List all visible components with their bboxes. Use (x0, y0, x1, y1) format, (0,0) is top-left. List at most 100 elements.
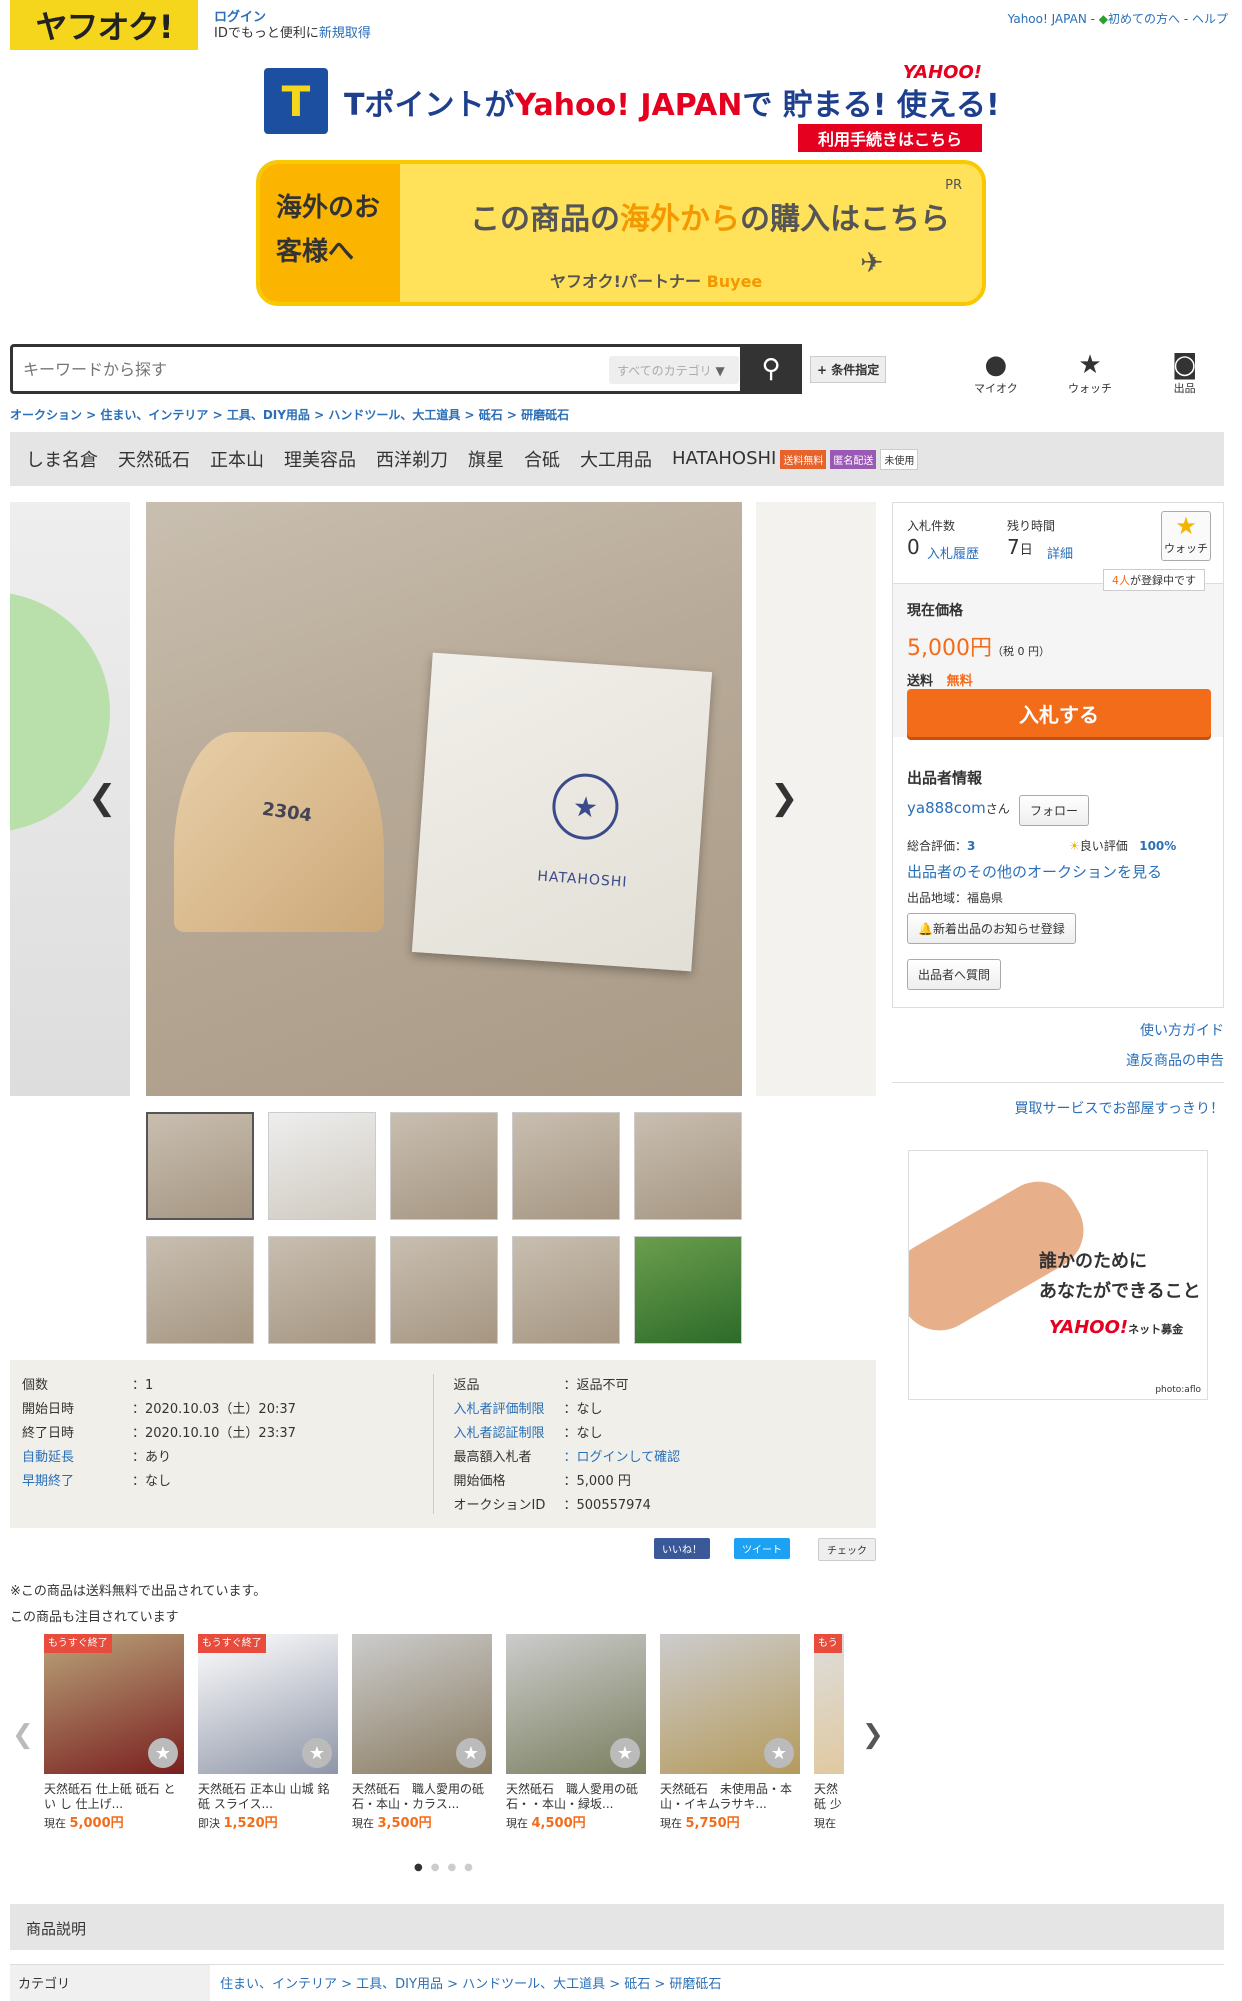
bid-panel: 入札件数 0 入札履歴 残り時間 7日 詳細 ★ ウォッチ 4人が登録中です 現在… (892, 502, 1224, 1008)
buyee-sub-text: ヤフオク!パートナー Buyee (550, 272, 763, 291)
category-link[interactable]: 住まい、インテリア > 工具、DIY用品 > ハンドツール、大工道具 > 砥石 … (220, 1973, 721, 1992)
star-icon: ★ (1078, 350, 1102, 380)
yahoo-logo: YAHOO! (902, 62, 982, 83)
beginner-icon: ◆ (1098, 12, 1108, 26)
category-select[interactable]: すべてのカテゴリ ▼ (609, 356, 739, 384)
rating-link[interactable]: 3 (967, 839, 975, 853)
shipping-label: 送料 (907, 674, 934, 689)
tag-item[interactable]: 正本山 (210, 446, 264, 472)
recommend-item[interactable]: ★ 天然砥石 未使用品・本山・イキムラサキ... 現在 5,750円 (660, 1634, 800, 1831)
facebook-like-button[interactable]: いいね！ (654, 1538, 710, 1559)
tag-item[interactable]: HATAHOSHI 送料無料 匿名配送 未使用 (672, 448, 919, 470)
bid-history-link[interactable]: 入札履歴 (927, 543, 979, 562)
thumbnail[interactable] (390, 1236, 498, 1344)
carousel-dots[interactable]: ●●●● (414, 1862, 481, 1873)
bid-button[interactable]: 入札する (907, 689, 1211, 737)
signup-link[interactable]: 新規取得 (319, 26, 371, 41)
auto-extend-link[interactable]: 自動延長 (22, 1446, 132, 1470)
tpoint-text: TポイントがYahoo! JAPANで 貯まる! 使える! (344, 88, 1000, 123)
main-product-image[interactable]: 2304 ★ HATAHOSHI (146, 502, 742, 1096)
seller-name[interactable]: ya888comさん (907, 799, 1010, 817)
prev-arrow-icon[interactable]: ❮ (88, 778, 117, 818)
seller-title: 出品者情報 (907, 769, 983, 787)
thumbnail[interactable] (146, 1112, 254, 1220)
bidder-rating-limit-link[interactable]: 入札者評価制限 (454, 1398, 564, 1422)
tpoint-signup-button[interactable]: 利用手続きはこちら (797, 124, 982, 152)
help-link[interactable]: ヘルプ (1192, 12, 1228, 26)
tag-item[interactable]: 西洋剃刀 (376, 446, 448, 472)
myauc-button[interactable]: ● マイオク (974, 350, 1018, 396)
rating-row: 総合評価：3 (907, 839, 976, 853)
buyee-left-text: 海外のお客様へ (260, 164, 400, 302)
recommend-title: この商品も注目されています (10, 1610, 179, 1625)
thumbnail[interactable] (268, 1236, 376, 1344)
recommend-item[interactable]: もうすぐ終了 ★ 天然砥石 正本山 山城 銘 砥 スライス... 即決 1,520円 (198, 1634, 338, 1831)
next-arrow-icon[interactable]: ❯ (770, 778, 799, 818)
description-header: 商品説明 (10, 1904, 1224, 1950)
buyee-banner[interactable]: 海外のお客様へ この商品の海外からの購入はこちら ヤフオク!パートナー Buye… (256, 160, 986, 306)
thumbnail[interactable] (634, 1112, 742, 1220)
tag-item[interactable]: 天然砥石 (118, 446, 190, 472)
bidder-auth-limit-link[interactable]: 入札者認証制限 (454, 1422, 564, 1446)
search-button[interactable]: ⚲ (740, 344, 802, 394)
charity-ad[interactable]: 誰かのために あなたができること YAHOO!ネット募金 photo:aflo (908, 1150, 1208, 1400)
sell-button[interactable]: ◙ 出品 (1172, 350, 1197, 396)
notify-button[interactable]: 🔔新着出品のお知らせ登録 (907, 913, 1076, 944)
guide-link[interactable]: 使い方ガイド (1140, 1020, 1224, 1040)
early-end-link[interactable]: 早期終了 (22, 1470, 132, 1494)
conditions-button[interactable]: + 条件指定 (810, 356, 887, 383)
login-link[interactable]: ログイン (214, 10, 371, 26)
thumbnail[interactable] (146, 1236, 254, 1344)
recommend-item[interactable]: ★ 天然砥石 職人愛用の砥石・・本山・緑坂... 現在 4,500円 (506, 1634, 646, 1831)
free-shipping-note: ※この商品は送料無料で出品されています。 (10, 1584, 267, 1599)
buyback-link[interactable]: 買取サービスでお部屋すっきり！ (1015, 1098, 1224, 1118)
login-area: ログイン IDでもっと便利に新規取得 (214, 10, 371, 42)
free-shipping-badge: 送料無料 (780, 450, 827, 469)
star-icon: ★ (1175, 512, 1197, 540)
tag-item[interactable]: しま名倉 (26, 446, 98, 472)
thumbnail[interactable] (512, 1112, 620, 1220)
tag-item[interactable]: 大工用品 (580, 446, 652, 472)
camera-icon: ◙ (1172, 350, 1198, 380)
tag-item[interactable]: 旗星 (468, 446, 504, 472)
report-link[interactable]: 違反商品の申告 (1126, 1050, 1224, 1070)
category-row: カテゴリ 住まい、インテリア > 工具、DIY用品 > ハンドツール、大工道具 … (10, 1964, 1224, 2001)
thumbnail[interactable] (390, 1112, 498, 1220)
login-confirm-link[interactable]: ：ログインして確認 (564, 1446, 681, 1470)
seller-other-auctions-link[interactable]: 出品者のその他のオークションを見る (907, 861, 1162, 882)
yahoo-japan-link[interactable]: Yahoo! JAPAN (1008, 12, 1087, 26)
check-button[interactable]: チェック (818, 1538, 876, 1561)
thumbnail[interactable] (512, 1236, 620, 1344)
thumbnail[interactable] (268, 1112, 376, 1220)
tweet-button[interactable]: ツイート (734, 1538, 790, 1559)
recommend-item[interactable]: もうすぐ終了 ★ 天然砥石 仕上砥 砥石 とい し 仕上げ... 現在 5,000円 (44, 1634, 184, 1831)
login-sub-text: IDでもっと便利に (214, 26, 319, 41)
search-input[interactable] (13, 347, 603, 391)
beginner-link[interactable]: 初めての方へ (1108, 12, 1180, 26)
tag-bar: しま名倉 天然砥石 正本山 理美容品 西洋剃刀 旗星 合砥 大工用品 HATAH… (10, 432, 1224, 486)
whetstone-box: ★ HATAHOSHI (411, 652, 713, 972)
follow-button[interactable]: フォロー (1019, 795, 1090, 826)
breadcrumb[interactable]: オークション > 住まい、インテリア > 工具、DIY用品 > ハンドツール、大… (10, 406, 569, 423)
current-price: 5,000円 (907, 636, 992, 661)
question-button[interactable]: 出品者へ質問 (907, 959, 1002, 990)
recommend-item[interactable]: ★ 天然砥石 職人愛用の砥石・本山・カラス... 現在 3,500円 (352, 1634, 492, 1831)
tag-item[interactable]: 理美容品 (284, 446, 356, 472)
carousel-next-icon[interactable]: ❯ (862, 1720, 884, 1750)
star-icon: ★ (764, 1738, 794, 1768)
star-icon: ★ (302, 1738, 332, 1768)
tpoint-banner[interactable]: T TポイントがYahoo! JAPANで 貯まる! 使える! YAHOO! 利… (264, 60, 1000, 152)
tag-item[interactable]: 合砥 (524, 446, 560, 472)
search-icon: ⚲ (761, 354, 781, 384)
yafuoku-logo[interactable]: ヤフオク! (10, 0, 198, 50)
thumbnail[interactable] (634, 1236, 742, 1344)
divider (892, 1082, 1224, 1083)
chevron-down-icon: ▼ (715, 364, 725, 378)
star-stamp-icon: ★ (550, 771, 621, 842)
bids-label: 入札件数 (907, 519, 956, 533)
recommend-item[interactable]: もう 天然砥 少現在 (814, 1634, 844, 1831)
watch-button[interactable]: ★ ウォッチ (1161, 511, 1211, 561)
watch-header-button[interactable]: ★ ウォッチ (1068, 350, 1112, 396)
detail-link[interactable]: 詳細 (1047, 543, 1073, 562)
carousel-prev-icon[interactable]: ❮ (12, 1720, 34, 1750)
